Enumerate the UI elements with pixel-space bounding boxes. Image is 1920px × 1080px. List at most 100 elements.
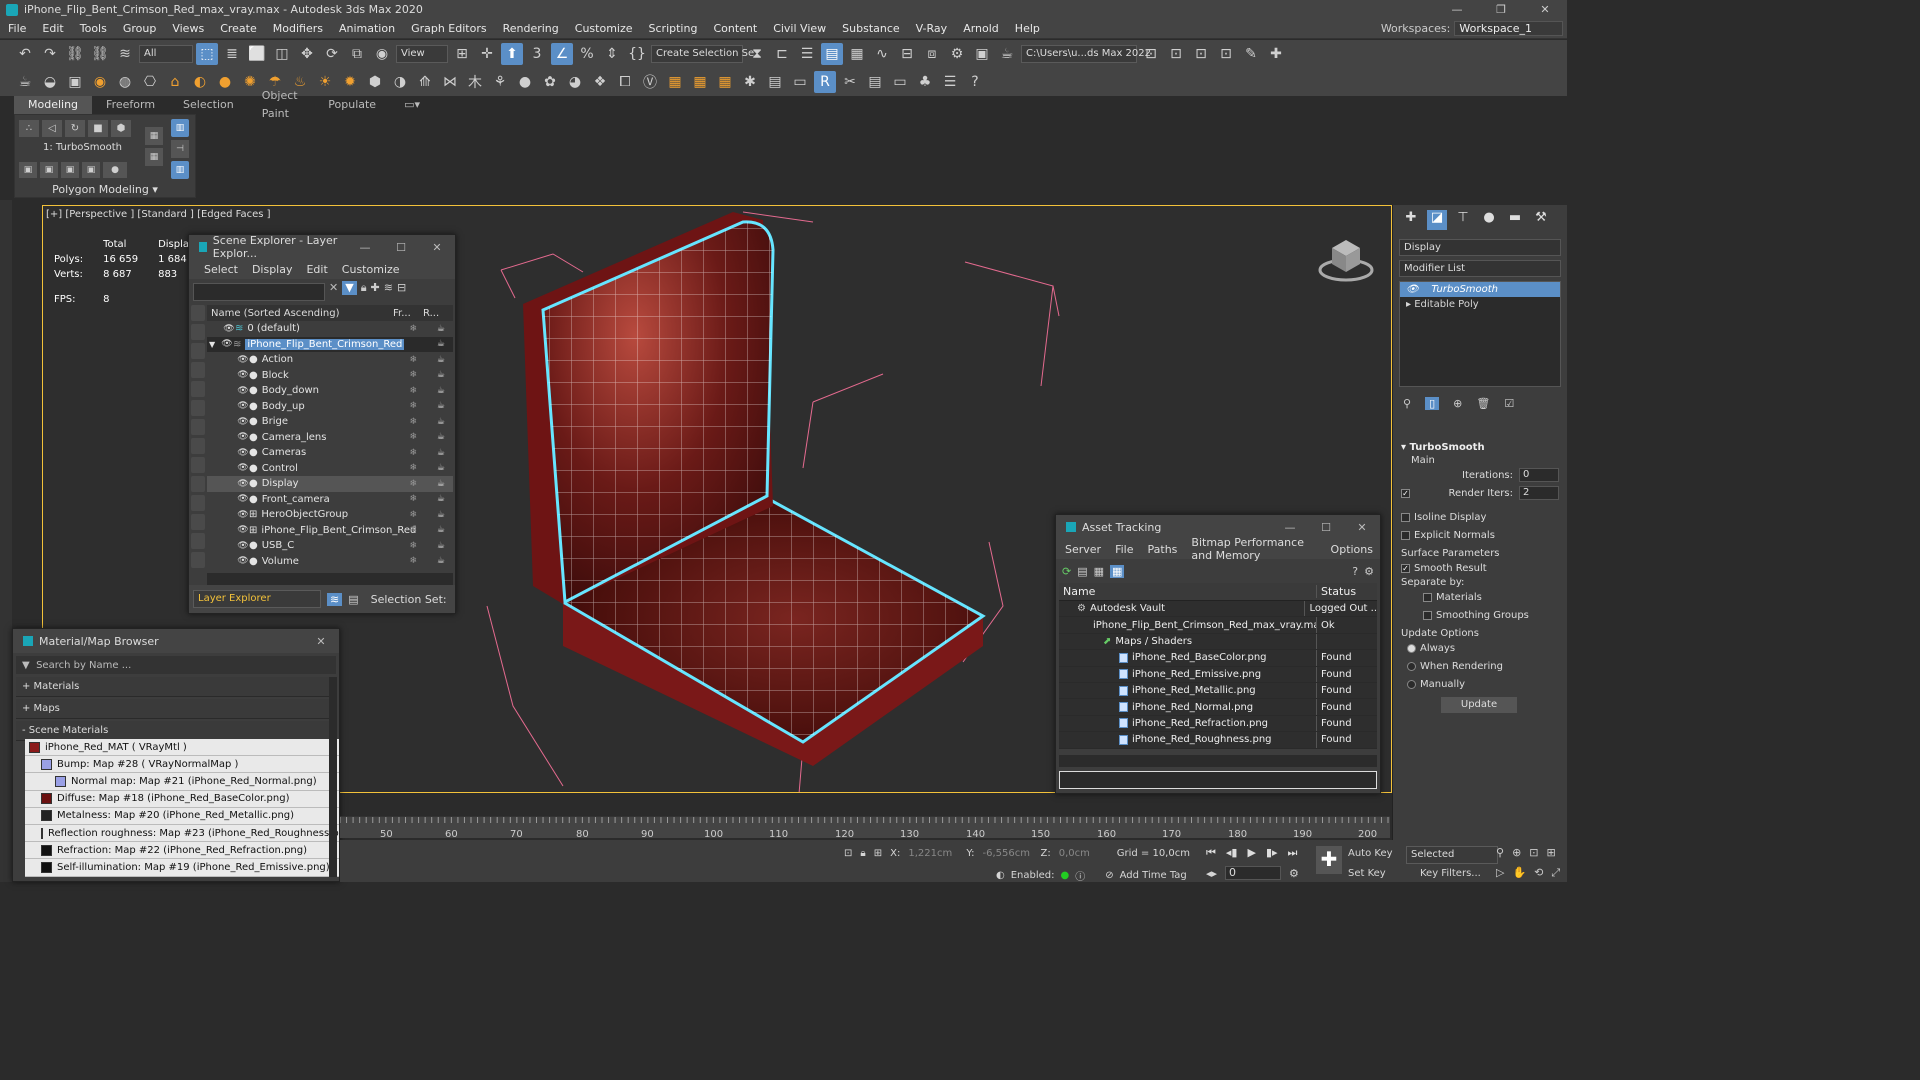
ribbon-tool-1-icon[interactable]: ▣ [19, 162, 37, 178]
ribbon-show-end-icon[interactable]: ▥ [171, 119, 189, 137]
at-menu-paths[interactable]: Paths [1141, 543, 1185, 556]
visibility-eye-icon[interactable]: 👁︎ [237, 448, 249, 458]
display-frozen-icon[interactable] [191, 495, 205, 511]
vray-sphere-icon[interactable]: ◍ [114, 71, 136, 93]
menu-create[interactable]: Create [212, 22, 265, 35]
rotate-icon[interactable]: ⟳ [321, 43, 343, 65]
asset-path-field[interactable] [1059, 770, 1377, 789]
viewport-label[interactable]: [+] [Perspective ] [Standard ] [Edged Fa… [46, 209, 271, 220]
workspace-dropdown[interactable]: Workspace_1 [1454, 21, 1563, 36]
asset-row[interactable]: iPhone_Red_Refraction.png Found [1059, 715, 1377, 733]
tab-populate[interactable]: Populate [314, 96, 390, 114]
lock-icon[interactable]: 🔒︎ [361, 281, 367, 295]
schematic-view-icon[interactable]: ⊟ [896, 43, 918, 65]
play-icon[interactable]: ▶ [1247, 846, 1255, 860]
material-row[interactable]: Self-illumination: Map #19 (iPhone_Red_E… [25, 859, 339, 877]
display-bones-icon[interactable] [191, 457, 205, 473]
go-to-start-icon[interactable]: ⏮ [1206, 846, 1216, 860]
zoom-all-icon[interactable]: ⊕ [1512, 846, 1521, 859]
project-open-icon[interactable]: ⊡ [1190, 43, 1212, 65]
z-coordinate[interactable]: 0,0cm [1059, 848, 1109, 859]
render-teapot-icon[interactable]: ☕ [437, 463, 445, 473]
polygon-modeling-dropdown[interactable]: Polygon Modeling ▾ [15, 183, 195, 196]
ribbon-side-2-icon[interactable]: ▦ [145, 148, 163, 166]
freeze-icon[interactable]: ❄ [409, 370, 417, 380]
align-icon[interactable]: ⊏ [771, 43, 793, 65]
category-maps[interactable]: + Maps [16, 699, 336, 719]
vray-plane-icon[interactable]: ◑ [389, 71, 411, 93]
menu-graph-editors[interactable]: Graph Editors [403, 22, 495, 35]
pivot-icon[interactable]: ⊞ [451, 43, 473, 65]
selected-dropdown[interactable]: Selected [1406, 846, 1498, 864]
display-groups-icon[interactable] [191, 419, 205, 435]
rendered-frame-icon[interactable]: ▣ [971, 43, 993, 65]
visibility-eye-icon[interactable]: 👁︎ [237, 386, 249, 396]
project-set-icon[interactable]: ⊡ [1165, 43, 1187, 65]
link-icon[interactable]: ⛓ [64, 43, 86, 65]
transform-mode-icon[interactable]: ⊞ [874, 848, 882, 859]
stack-eye-icon[interactable]: 👁︎ [1406, 284, 1419, 295]
adaptive-degradation-icon[interactable]: ◐ [996, 870, 1005, 881]
menu-edit[interactable]: Edit [34, 22, 71, 35]
display-geometry-icon[interactable] [191, 305, 205, 321]
scene-explorer-icon[interactable]: ▤ [821, 43, 843, 65]
table-view-icon[interactable]: ▦ [1110, 564, 1125, 578]
freeze-icon[interactable]: ❄ [409, 355, 417, 365]
undo-icon[interactable]: ↶ [14, 43, 36, 65]
asset-row[interactable]: iPhone_Red_Normal.png Found [1059, 699, 1377, 716]
minimize-icon[interactable]: — [1435, 0, 1479, 19]
render-teapot-icon[interactable]: ☕ [437, 370, 445, 380]
material-row[interactable]: iPhone_Red_MAT ( VRayMtl ) [25, 739, 339, 757]
render-teapot-icon[interactable]: ☕ [437, 541, 445, 551]
tree-row[interactable]: 👁︎ ● USB_C ❄ ☕ [207, 538, 453, 554]
freeze-icon[interactable]: ❄ [409, 494, 417, 504]
visibility-eye-icon[interactable]: 👁︎ [237, 432, 249, 442]
hierarchy-tab-icon[interactable]: ⊤ [1453, 210, 1473, 230]
curve-editor-icon[interactable]: ∿ [871, 43, 893, 65]
visibility-eye-icon[interactable]: 👁︎ [237, 479, 249, 489]
set-key-button[interactable]: Set Key [1348, 868, 1386, 879]
remove-modifier-icon[interactable]: 🗑︎ [1476, 397, 1490, 410]
view-cube[interactable] [1318, 234, 1376, 284]
spinner-snap-icon[interactable]: ⇕ [601, 43, 623, 65]
render-teapot-icon[interactable]: ☕ [437, 386, 445, 396]
smooth-result-checkbox[interactable]: ✓ [1401, 563, 1410, 573]
menu-help[interactable]: Help [1007, 22, 1048, 35]
col-render-header[interactable]: R... [423, 308, 439, 319]
fp-icon-3[interactable]: ▦ [714, 71, 736, 93]
render-iters-checkbox[interactable]: ✓ [1401, 488, 1410, 498]
bind-space-warp-icon[interactable]: ≋ [114, 43, 136, 65]
tool-icon[interactable]: ✂ [839, 71, 861, 93]
display-containers-icon[interactable] [191, 476, 205, 492]
at-menu-bitmap[interactable]: Bitmap Performance and Memory [1184, 536, 1323, 562]
at-maximize-icon[interactable]: ☐ [1308, 521, 1344, 534]
help-icon[interactable]: ? [964, 71, 986, 93]
menu-arnold[interactable]: Arnold [955, 22, 1007, 35]
list-icon[interactable]: ☰ [939, 71, 961, 93]
polygon-icon[interactable]: ■ [88, 120, 108, 137]
crosshair-icon[interactable]: ✚ [1265, 43, 1287, 65]
freeze-icon[interactable]: ❄ [409, 401, 417, 411]
redo-icon[interactable]: ↷ [39, 43, 61, 65]
select-by-name-icon[interactable]: ≣ [221, 43, 243, 65]
sheet-icon[interactable]: ▤ [864, 71, 886, 93]
visibility-eye-icon[interactable]: 👁︎ [237, 510, 249, 520]
ribbon-tool-3-icon[interactable]: ▣ [61, 162, 79, 178]
scene-horizontal-scrollbar[interactable] [207, 573, 453, 585]
absolute-mode-icon[interactable]: ⊡ [844, 848, 852, 859]
iterations-spinner[interactable]: 0 [1519, 468, 1559, 482]
freeze-icon[interactable]: ❄ [409, 417, 417, 427]
y-coordinate[interactable]: -6,556cm [983, 848, 1033, 859]
rollout-title[interactable]: ▾ TurboSmooth [1401, 442, 1559, 453]
tab-object-paint[interactable]: Object Paint [248, 87, 315, 123]
fov-icon[interactable]: ⟲ [1534, 866, 1543, 880]
freeze-icon[interactable]: ❄ [409, 479, 417, 489]
modifier-list-dropdown[interactable]: Modifier List [1399, 260, 1561, 277]
auto-key-button[interactable]: Auto Key [1348, 848, 1393, 859]
timeline-ruler[interactable]: 50 60 70 80 90 100 110 120 130 140 150 1… [340, 816, 1390, 840]
menu-civil-view[interactable]: Civil View [765, 22, 834, 35]
freeze-icon[interactable]: ❄ [409, 556, 417, 566]
visibility-eye-icon[interactable]: 👁︎ [237, 541, 249, 551]
visibility-eye-icon[interactable]: 👁︎ [237, 494, 249, 504]
menu-tools[interactable]: Tools [72, 22, 115, 35]
